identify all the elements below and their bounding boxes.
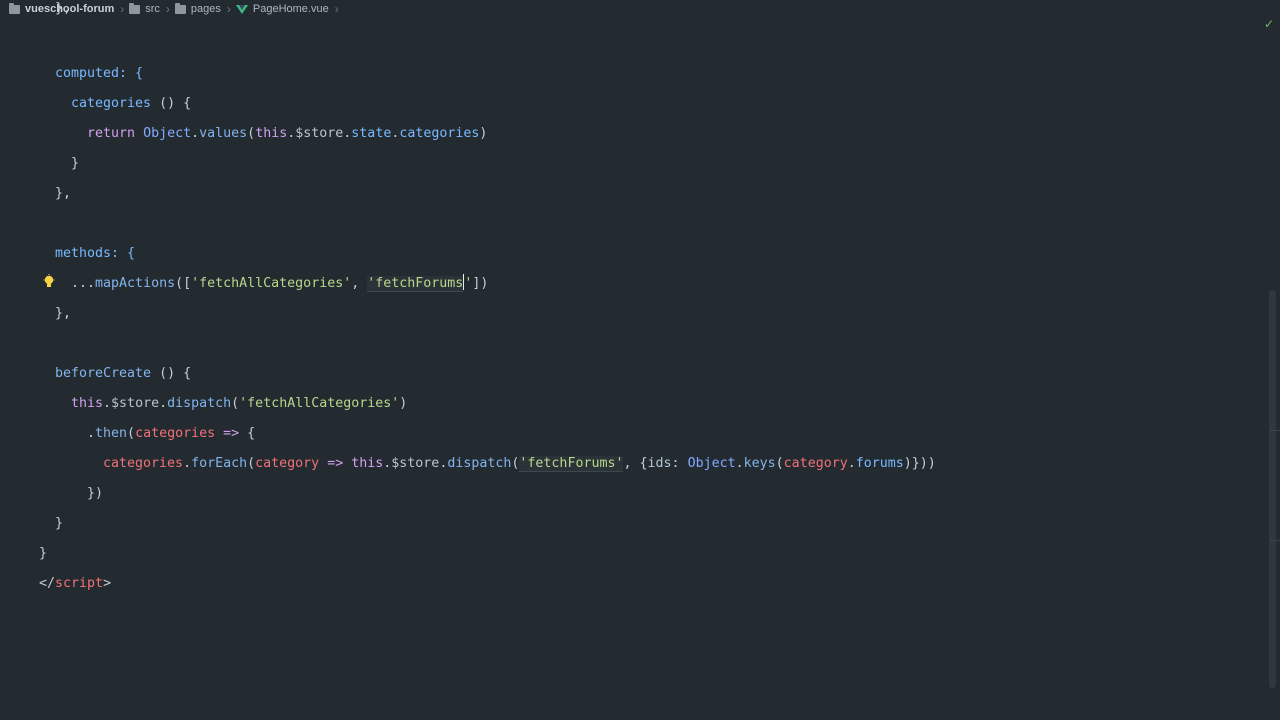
- code-line: computed: {: [55, 59, 143, 89]
- scrollbar-marker: [1270, 540, 1280, 541]
- code-token: categories: [103, 456, 184, 471]
- code-token: }): [87, 486, 104, 501]
- code-token: 'fetchAllCategories': [191, 276, 352, 291]
- code-token: Object: [143, 126, 192, 141]
- code-line: },: [55, 179, 71, 209]
- code-line: }): [87, 479, 103, 509]
- code-line: }: [71, 149, 79, 179]
- code-line-partial: },: [55, 1, 72, 16]
- code-token: category: [783, 456, 848, 471]
- code-token: $store: [295, 126, 344, 141]
- code-line: ...mapActions(['fetchAllCategories', 'fe…: [71, 274, 489, 292]
- code-token: $store: [111, 396, 160, 411]
- code-token: this: [255, 126, 288, 141]
- code-token: script: [55, 576, 104, 591]
- code-token: dispatch: [167, 396, 232, 411]
- code-token: categories: [135, 426, 216, 441]
- code-line: categories () {: [71, 89, 191, 119]
- code-line: }: [55, 509, 63, 539]
- code-token: forums: [855, 456, 904, 471]
- code-token-highlighted: 'fetchForums': [519, 456, 624, 472]
- code-token: this: [71, 396, 104, 411]
- code-line: .then(categories => {: [87, 426, 256, 441]
- code-token: },: [55, 306, 72, 321]
- code-token: },: [55, 186, 72, 201]
- code-line: }: [39, 539, 47, 569]
- vertical-scrollbar[interactable]: [1269, 290, 1276, 688]
- code-line: categories.forEach(category => this.$sto…: [103, 456, 936, 472]
- code-token: categories: [399, 126, 480, 141]
- code-token: categories: [71, 96, 152, 111]
- code-token: beforeCreate: [55, 366, 152, 381]
- code-token: 'fetchAllCategories': [239, 396, 400, 411]
- code-token: computed: {: [55, 66, 144, 81]
- code-line: this.$store.dispatch('fetchAllCategories…: [71, 396, 408, 411]
- code-line: </script>: [39, 569, 111, 599]
- code-token: keys: [743, 456, 776, 471]
- code-token: >: [103, 576, 112, 591]
- code-token: ids: [647, 456, 672, 471]
- code-token: category: [255, 456, 320, 471]
- scrollbar-marker: [1270, 430, 1280, 431]
- code-token: forEach: [191, 456, 248, 471]
- lightbulb-icon[interactable]: [43, 274, 55, 290]
- code-token: $store: [391, 456, 440, 471]
- code-line: },: [55, 299, 71, 329]
- code-line: beforeCreate () {: [55, 366, 192, 381]
- code-token: state: [351, 126, 392, 141]
- code-token: }: [55, 516, 64, 531]
- code-token: methods: {: [55, 246, 136, 261]
- check-icon: ✓: [1263, 17, 1274, 31]
- code-editor[interactable]: vueschool-forum › src › pages › PageHome…: [0, 0, 1280, 720]
- code-token: =>: [327, 456, 344, 471]
- code-token: dispatch: [447, 456, 512, 471]
- code-token: </: [39, 576, 56, 591]
- code-token: }: [71, 156, 80, 171]
- code-token: () {: [151, 96, 192, 111]
- code-token: Object: [687, 456, 736, 471]
- code-token: values: [199, 126, 248, 141]
- code-token: mapActions: [95, 276, 176, 291]
- code-line: return Object.values(this.$store.state.c…: [87, 126, 488, 141]
- code-token: this: [351, 456, 384, 471]
- code-token: return: [87, 126, 136, 141]
- code-token-highlighted: 'fetchForums: [367, 276, 464, 292]
- code-area[interactable]: computed: { categories () { return Objec…: [0, 0, 1260, 720]
- code-token: }: [39, 546, 48, 561]
- code-line: methods: {: [55, 239, 135, 269]
- code-token: ...: [71, 276, 96, 291]
- code-token: =>: [223, 426, 240, 441]
- code-token: then: [95, 426, 128, 441]
